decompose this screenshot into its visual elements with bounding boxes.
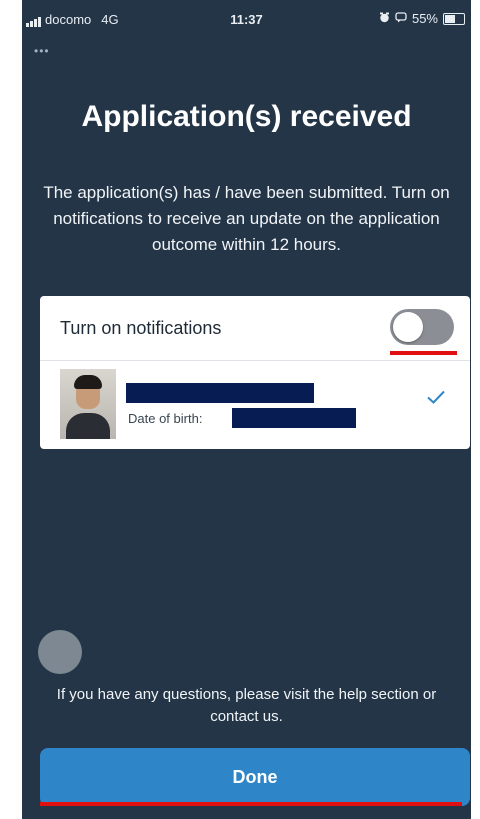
help-bubble-icon[interactable] (38, 630, 82, 674)
battery-percent: 55% (411, 11, 438, 26)
application-card: Turn on notifications Date of birth: (40, 296, 470, 449)
page-title: Application(s) received (81, 100, 412, 133)
applicant-row: Date of birth: (40, 361, 470, 449)
message-icon (395, 11, 407, 26)
toggle-knob (393, 312, 423, 342)
status-right: 55% (379, 11, 465, 26)
status-bar: docomo 4G 11:37 55% (22, 0, 471, 40)
dob-label: Date of birth: (128, 411, 203, 426)
phone-screen: docomo 4G 11:37 55% ••• Application(s) r… (22, 0, 471, 819)
battery-icon (443, 12, 465, 25)
notifications-label: Turn on notifications (60, 318, 222, 338)
applicant-name-redacted (126, 383, 314, 403)
help-text: If you have any questions, please visit … (56, 686, 437, 725)
toggle-annotation-underline (390, 351, 457, 355)
more-dots-icon: ••• (34, 44, 50, 58)
alarm-icon (379, 11, 390, 26)
checkmark-icon (426, 389, 446, 410)
description-text: The application(s) has / have been submi… (43, 183, 450, 254)
done-button[interactable]: Done (40, 748, 470, 806)
applicant-photo (60, 369, 116, 439)
dob-value-redacted (232, 408, 356, 428)
notifications-toggle[interactable] (390, 309, 454, 345)
done-annotation-underline (40, 802, 462, 806)
done-button-label: Done (232, 766, 278, 787)
